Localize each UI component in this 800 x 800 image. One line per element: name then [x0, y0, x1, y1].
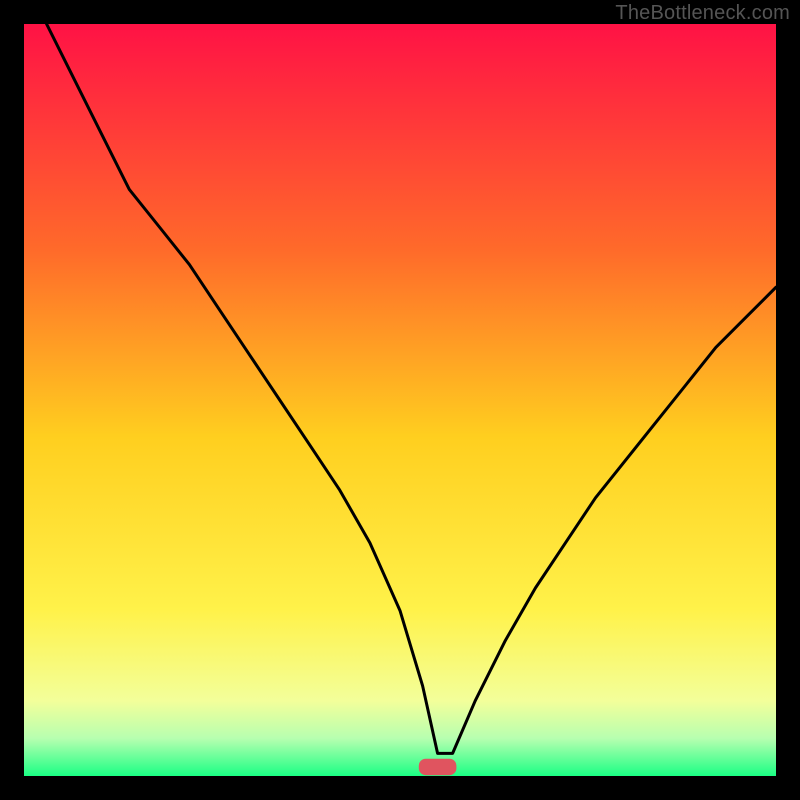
plot-area	[24, 24, 776, 776]
optimum-marker	[419, 759, 457, 776]
chart-svg	[24, 24, 776, 776]
gradient-background	[24, 24, 776, 776]
chart-frame: TheBottleneck.com	[0, 0, 800, 800]
watermark-label: TheBottleneck.com	[615, 2, 790, 25]
